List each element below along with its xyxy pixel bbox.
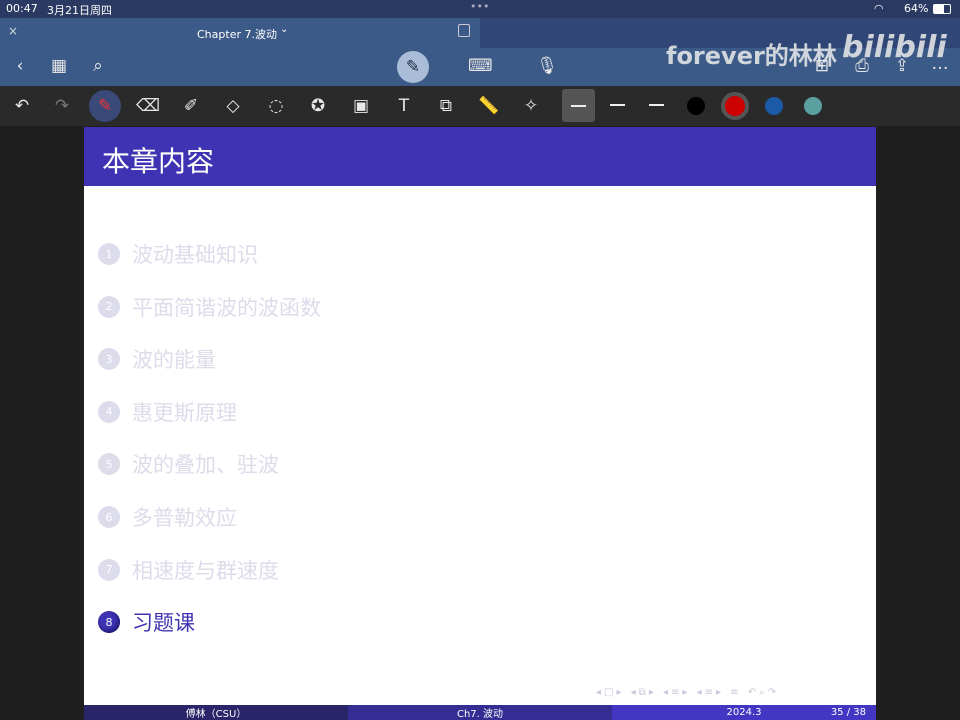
slide-page: 本章内容 1 波动基础知识 2 平面简谐波的波函数 3 波的能量 4 惠更斯原理 5 波的叠加、驻…: [84, 127, 876, 720]
date: 3月21日周四: [47, 4, 112, 17]
toc-item[interactable]: 7 相速度与群速度: [98, 555, 279, 585]
color-red-swatch[interactable]: [721, 92, 749, 120]
item-number-badge: 1: [98, 243, 120, 265]
document-title[interactable]: Chapter 7.波动: [197, 26, 277, 42]
battery-icon: [933, 4, 951, 14]
slide-header: 本章内容: [84, 127, 876, 186]
ruler-icon[interactable]: 📏: [477, 96, 501, 116]
item-label: 习题课: [132, 611, 195, 636]
toc-item[interactable]: 6 多普勒效应: [98, 502, 237, 532]
pen-mode-icon[interactable]: ✎: [397, 51, 429, 83]
lasso-icon[interactable]: ◌: [264, 96, 288, 116]
color-teal-swatch[interactable]: [804, 97, 822, 115]
footer-date: 2024.3: [726, 707, 762, 718]
item-label: 波的能量: [132, 348, 216, 373]
laser-pointer-icon[interactable]: ✧: [519, 96, 543, 116]
item-number-badge: 3: [98, 348, 120, 371]
image-icon[interactable]: ▣: [349, 96, 373, 116]
toc-item[interactable]: 1 波动基础知识: [98, 239, 258, 269]
wifi-icon: ◠: [874, 2, 884, 15]
close-tab-button[interactable]: ×: [8, 24, 18, 38]
item-label: 平面简谐波的波函数: [132, 295, 321, 320]
search-icon[interactable]: ⌕: [86, 56, 110, 76]
document-tab-bar: × Chapter 7.波动 ⌄: [0, 18, 480, 48]
status-bar: 00:47 3月21日周四 ••• ◠ 64%: [0, 0, 960, 18]
item-label: 波动基础知识: [132, 243, 258, 267]
battery-text: 64%: [904, 2, 929, 15]
item-number-badge: 4: [98, 400, 120, 423]
item-label: 惠更斯原理: [132, 400, 237, 425]
footer-right: 2024.3 35 / 38: [612, 705, 876, 720]
eraser-icon[interactable]: ⌫: [136, 96, 160, 116]
drawing-toolbar: ↶ ↷ ✎ ⌫ ✐ ◇ ◌ ✪ ▣ T ⧉ 📏 ✧: [0, 86, 960, 126]
redo-icon[interactable]: ↷: [50, 96, 74, 116]
toc-item[interactable]: 8 习题课: [98, 607, 195, 637]
footer-chapter: Ch7. 波动: [348, 705, 612, 720]
stroke-medium-button[interactable]: [610, 104, 625, 106]
slide-footer: 傅林（CSU） Ch7. 波动 2024.3 35 / 38: [84, 705, 876, 720]
undo-icon[interactable]: ↶: [10, 96, 34, 116]
item-number-badge: 8: [98, 611, 120, 634]
multitask-dots-icon[interactable]: •••: [470, 0, 489, 13]
beamer-navigation-controls[interactable]: ◂□▸ ◂⧉▸ ◂≡▸ ◂≡▸ ≡ ↶⌕↷: [596, 687, 779, 698]
item-number-badge: 7: [98, 558, 120, 581]
pen-tool-icon[interactable]: ✎: [89, 90, 121, 122]
item-number-badge: 2: [98, 295, 120, 318]
text-box-icon[interactable]: T: [392, 96, 416, 116]
footer-author: 傅林（CSU）: [84, 705, 348, 720]
chevron-down-icon[interactable]: ⌄: [280, 24, 288, 35]
split-view-icon[interactable]: [458, 24, 470, 37]
item-number-badge: 6: [98, 506, 120, 528]
item-number-badge: 5: [98, 453, 120, 476]
color-black-swatch[interactable]: [687, 97, 705, 115]
shapes-icon[interactable]: ◇: [221, 96, 245, 116]
grid-icon[interactable]: ▦: [47, 56, 71, 76]
keyboard-icon[interactable]: ⌨: [468, 56, 493, 76]
watermark-text: forever的林林: [666, 42, 837, 70]
back-icon[interactable]: ‹: [8, 56, 32, 76]
microphone-icon[interactable]: 🎙: [535, 56, 559, 76]
toc-item[interactable]: 4 惠更斯原理: [98, 397, 237, 427]
item-label: 多普勒效应: [132, 506, 237, 530]
time: 00:47: [6, 2, 38, 15]
item-label: 相速度与群速度: [132, 558, 279, 583]
toc-item[interactable]: 2 平面简谐波的波函数: [98, 292, 321, 322]
sticker-icon[interactable]: ✪: [306, 96, 330, 116]
image-search-icon[interactable]: ⧉: [434, 96, 458, 116]
stroke-thin-button[interactable]: [562, 89, 595, 122]
navigation-toolbar: ‹ ▦ ⌕ ✎ ⌨ 🎙 ⊞ ⎙ ⇪ … forever的林林 bilibili: [0, 30, 960, 86]
bilibili-logo: bilibili: [842, 30, 947, 65]
item-label: 波的叠加、驻波: [132, 453, 279, 478]
color-blue-swatch[interactable]: [765, 97, 783, 115]
stroke-thick-button[interactable]: [649, 104, 664, 106]
footer-page-number: 35 / 38: [830, 707, 866, 718]
slide-title: 本章内容: [102, 145, 215, 178]
toc-item[interactable]: 3 波的能量: [98, 344, 216, 374]
highlighter-icon[interactable]: ✐: [179, 96, 203, 116]
toc-item[interactable]: 5 波的叠加、驻波: [98, 449, 279, 479]
